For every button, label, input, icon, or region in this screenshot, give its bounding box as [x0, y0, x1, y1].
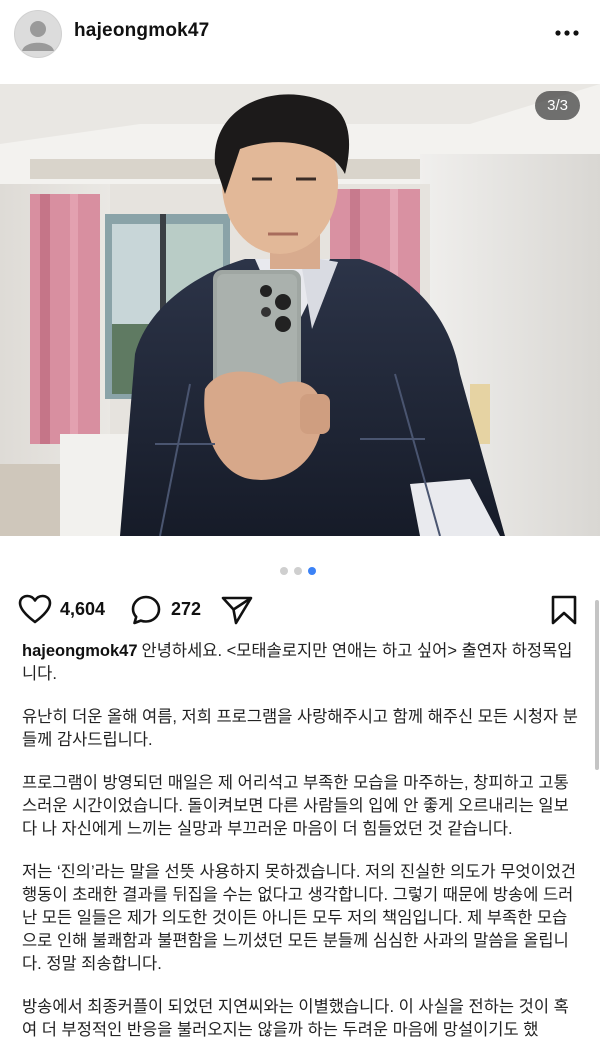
avatar[interactable] [14, 10, 62, 58]
caption-intro: hajeongmok47 안녕하세요. <모태솔로지만 연애는 하고 싶어> 출연… [22, 640, 582, 686]
post-header: hajeongmok47 [0, 0, 600, 68]
comment-icon [131, 595, 161, 625]
send-icon [221, 596, 253, 625]
more-horizontal-icon [555, 30, 579, 36]
caption-paragraph-4: 방송에서 최종커플이 되었던 지연씨와는 이별했습니다. 이 사실을 전하는 것… [22, 998, 569, 1039]
more-options-button[interactable] [552, 18, 582, 48]
carousel-indicator [280, 567, 316, 575]
caption-paragraph-2: 프로그램이 방영되던 매일은 제 어리석고 부족한 모습을 마주하는, 창피하고… [22, 774, 569, 838]
post-photo[interactable]: 3/3 [0, 84, 600, 536]
carousel-dot-3-active[interactable] [308, 567, 316, 575]
scrollbar[interactable] [595, 600, 599, 770]
comment-count[interactable]: 272 [171, 599, 201, 620]
caption-username[interactable]: hajeongmok47 [22, 642, 138, 660]
like-count[interactable]: 4,604 [60, 599, 105, 620]
post-caption: hajeongmok47 안녕하세요. <모태솔로지만 연애는 하고 싶어> 출연… [22, 640, 582, 1062]
carousel-dot-1[interactable] [280, 567, 288, 575]
like-button[interactable] [18, 594, 52, 629]
default-avatar-icon [22, 21, 54, 51]
comment-button[interactable] [130, 594, 162, 631]
action-bar: 4,604 272 [0, 590, 600, 630]
caption-paragraph-1: 유난히 더운 올해 여름, 저희 프로그램을 사랑해주시고 함께 해주신 모든 … [22, 708, 578, 749]
carousel-dot-2[interactable] [294, 567, 302, 575]
carousel-counter: 3/3 [535, 91, 580, 120]
mirror-selfie-image [0, 84, 600, 536]
bookmark-icon [551, 595, 577, 625]
save-button[interactable] [550, 594, 578, 631]
share-button[interactable] [220, 594, 254, 631]
post-username[interactable]: hajeongmok47 [74, 20, 209, 42]
caption-paragraph-3: 저는 ‘진의’라는 말을 선뜻 사용하지 못하겠습니다. 저의 진실한 의도가 … [22, 863, 577, 973]
heart-icon [18, 594, 52, 624]
